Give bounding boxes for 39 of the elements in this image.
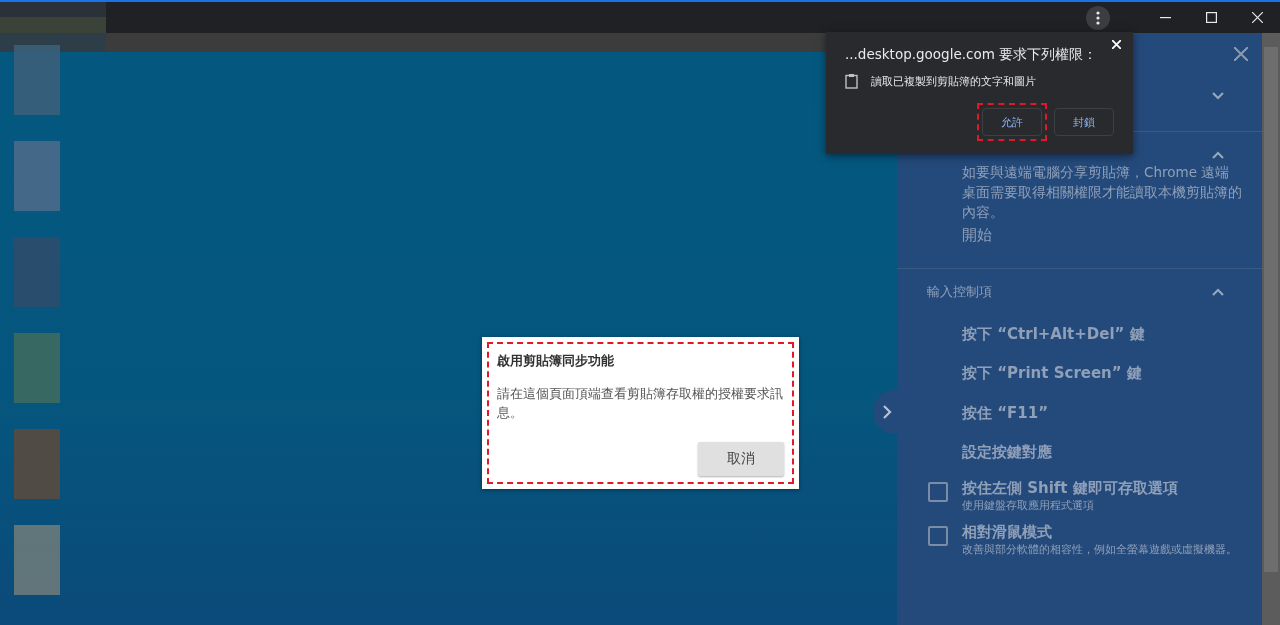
pixelated-desktop-icon bbox=[14, 429, 60, 499]
pixelated-desktop-icon bbox=[14, 525, 60, 595]
option-hint: 改善與部分軟體的相容性，例如全螢幕遊戲或虛擬機器。 bbox=[962, 541, 1237, 557]
permission-button[interactable]: 允許 bbox=[982, 108, 1042, 136]
section-title: 輸入控制項 bbox=[927, 282, 993, 301]
chevron-up-icon bbox=[1212, 151, 1224, 159]
menu-icon bbox=[1096, 10, 1100, 25]
menu-item[interactable]: 按下 “Print Screen” 鍵 bbox=[897, 354, 1142, 394]
chevron-down-icon bbox=[1212, 92, 1224, 100]
checkbox[interactable] bbox=[928, 481, 948, 502]
scrollbar[interactable] bbox=[1262, 33, 1280, 625]
menu-item[interactable]: 設定按鍵對應 bbox=[897, 433, 1052, 473]
option-hint: 使用鍵盤存取應用程式選項 bbox=[962, 497, 1095, 513]
pixelated-desktop-icon bbox=[14, 141, 60, 211]
permission-text: 讀取已複製到剪貼簿的文字和圖片 bbox=[871, 73, 1036, 89]
dialog-message: 請在這個頁面頂端查看剪貼簿存取權的授權要求訊息。 bbox=[497, 385, 784, 422]
popup-title: ...desktop.google.com 要求下列權限： bbox=[845, 46, 1099, 64]
menu-button[interactable] bbox=[1086, 5, 1110, 30]
description-text: 如要與遠端電腦分享剪貼簿，Chrome 遠端桌面需要取得相關權限才能讀取本機剪貼簿的內容。 bbox=[962, 163, 1242, 222]
clipboard-icon bbox=[845, 73, 858, 89]
menu-item[interactable]: 按下 “Ctrl+Alt+Del” 鍵 bbox=[897, 314, 1145, 354]
option-label: 按住左側 Shift 鍵即可存取選項 bbox=[962, 478, 1178, 498]
dialog-title: 啟用剪貼簿同步功能 bbox=[497, 352, 615, 370]
pixelated-desktop-icon bbox=[14, 237, 60, 307]
maximize-icon bbox=[1205, 12, 1217, 23]
chevron-right-icon bbox=[882, 405, 892, 419]
pixelated-desktop-icon bbox=[14, 45, 60, 115]
close-icon bbox=[1251, 12, 1263, 23]
cancel-button[interactable]: 取消 bbox=[698, 442, 784, 476]
close-icon bbox=[1234, 47, 1248, 61]
pixelated-app-icon bbox=[0, 2, 106, 33]
pixelated-desktop-icon bbox=[14, 333, 60, 403]
chevron-up-icon bbox=[1212, 287, 1224, 296]
permission-button[interactable]: 封鎖 bbox=[1054, 108, 1114, 136]
option-label: 相對滑鼠模式 bbox=[962, 522, 1053, 542]
menu-item[interactable]: 按住 “F11” bbox=[897, 393, 1049, 433]
close-icon bbox=[1112, 40, 1121, 49]
checkbox[interactable] bbox=[928, 525, 948, 546]
minimize-icon bbox=[1159, 16, 1171, 19]
